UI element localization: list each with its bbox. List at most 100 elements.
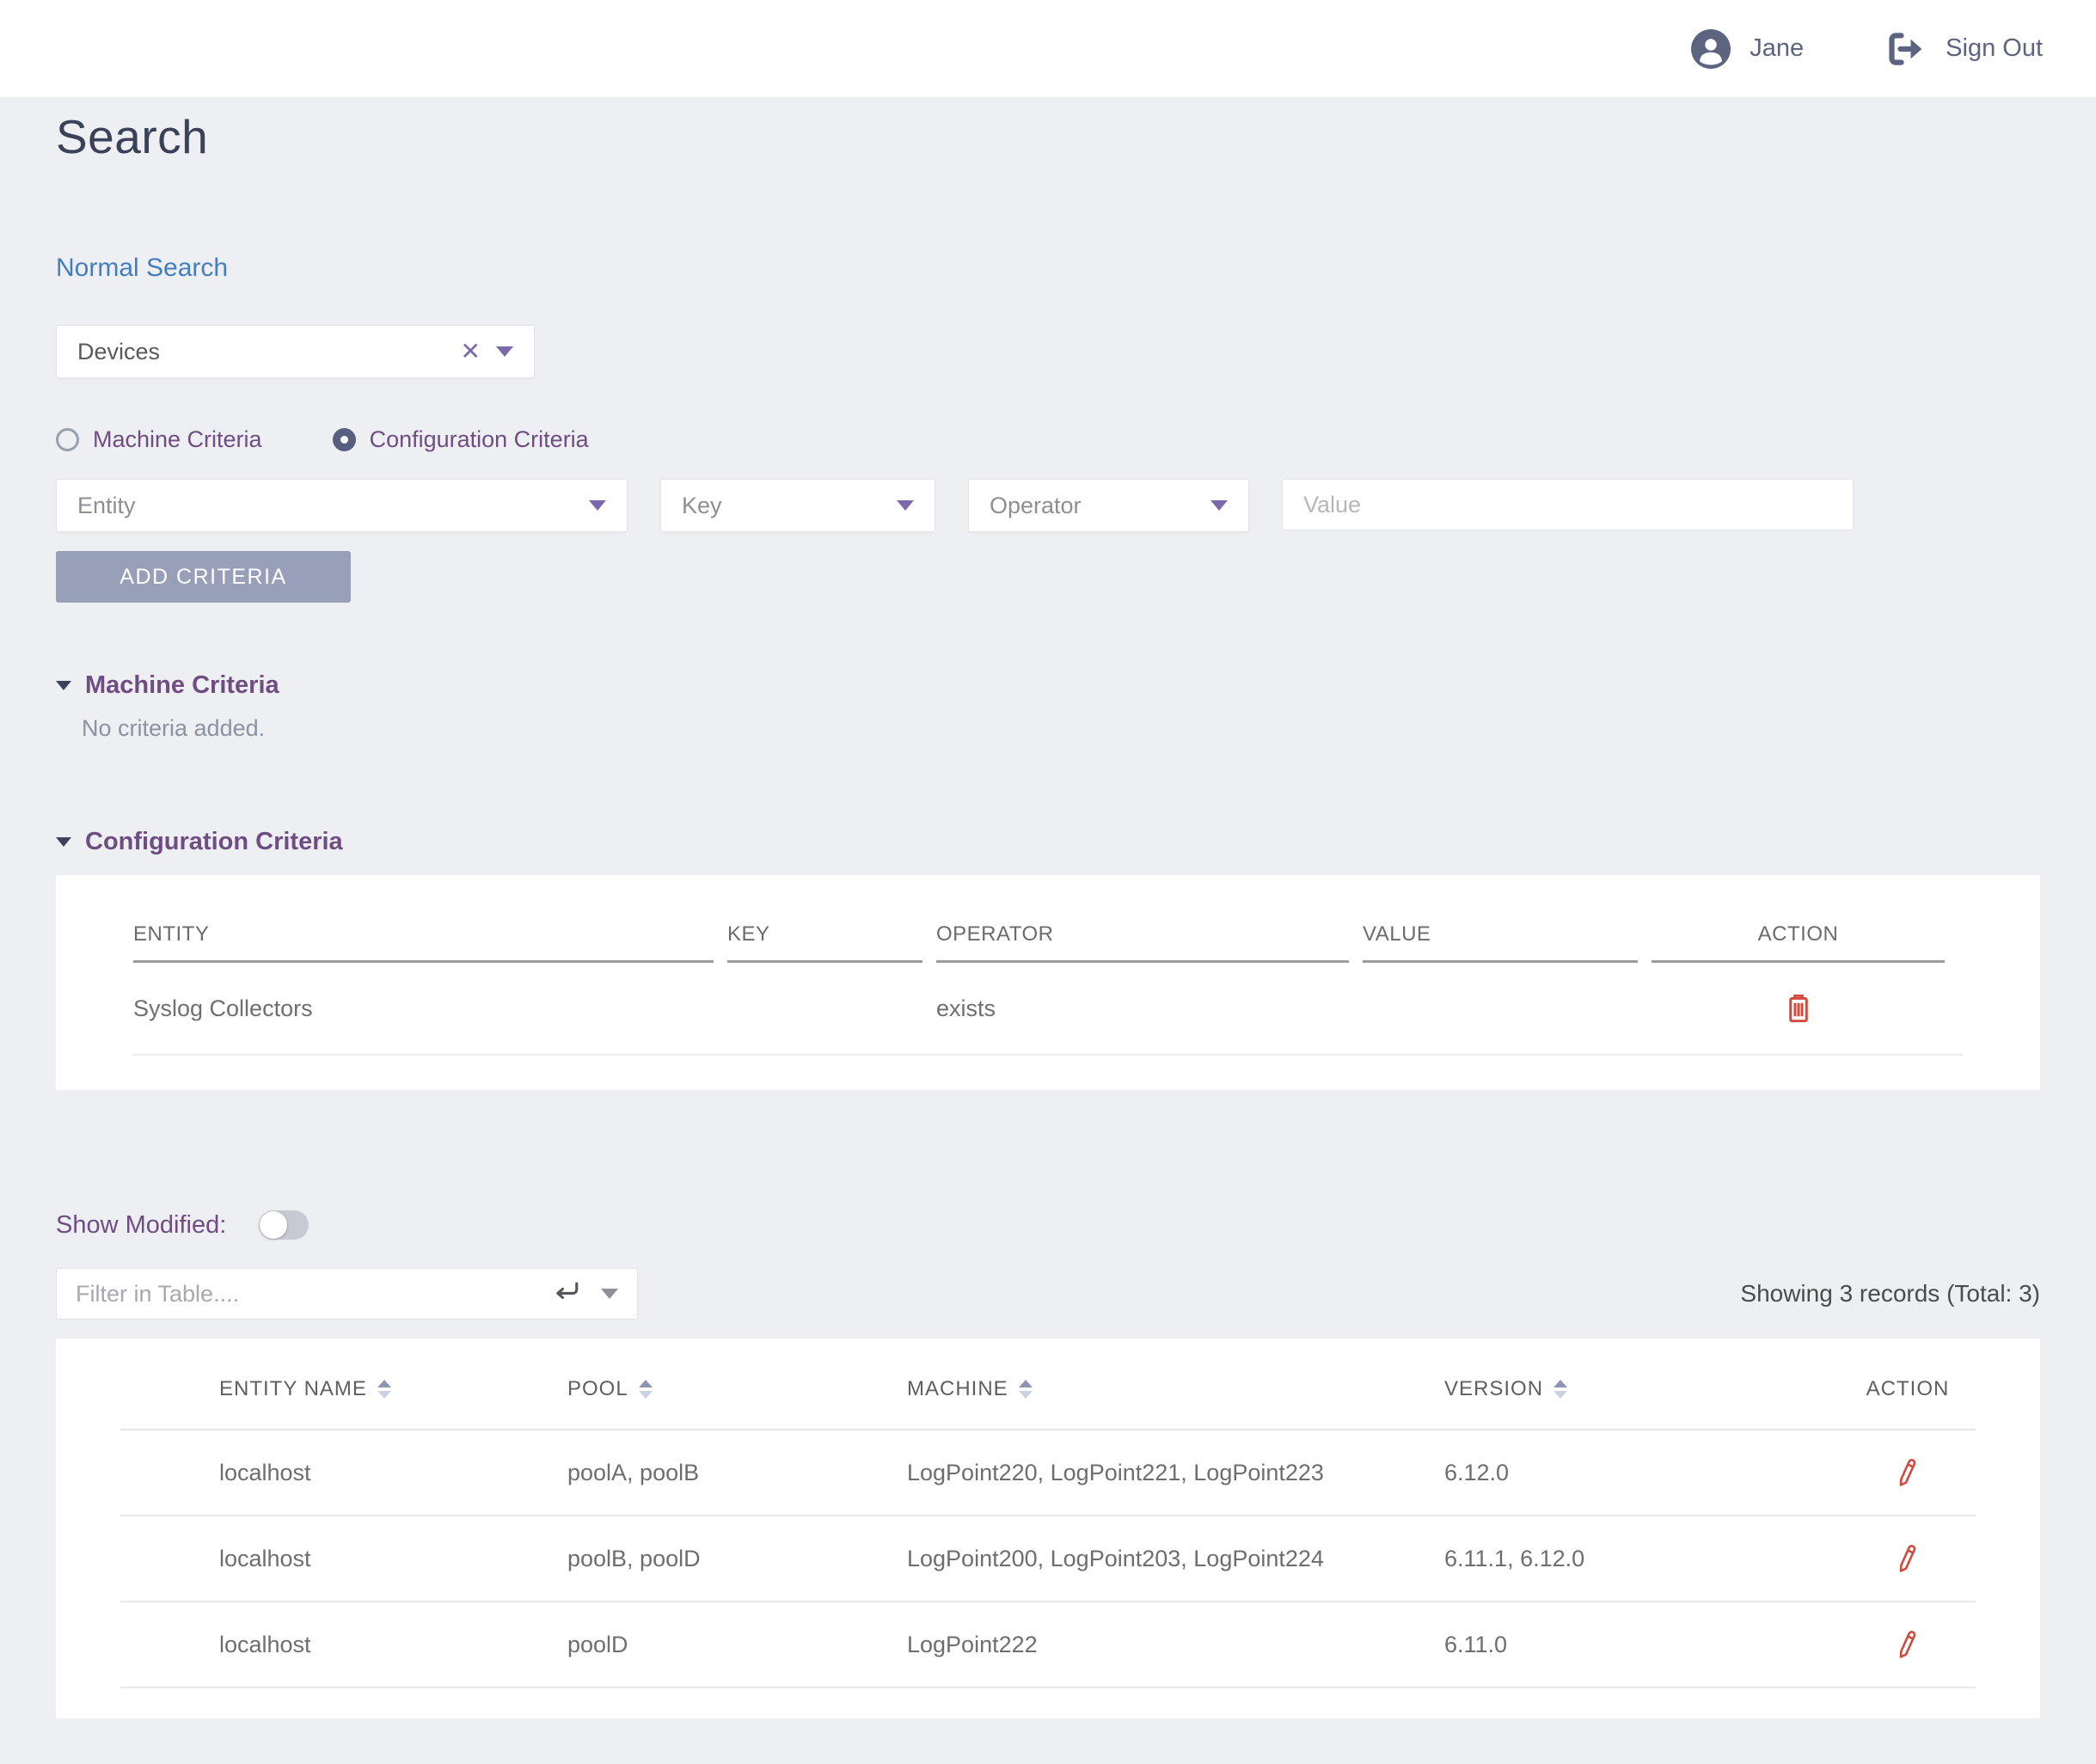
- table-row: localhost poolD LogPoint222 6.11.0: [120, 1602, 1976, 1688]
- pool-cell: poolD: [567, 1602, 907, 1687]
- toggle-knob: [260, 1211, 287, 1239]
- page-title: Search: [56, 109, 2040, 164]
- normal-search-link[interactable]: Normal Search: [56, 254, 228, 283]
- edit-icon: [1894, 1564, 1921, 1577]
- sign-out-icon: [1885, 30, 1927, 68]
- radio-unselected-icon: [56, 428, 79, 451]
- value-input[interactable]: [1282, 479, 1854, 530]
- sort-icon: [377, 1380, 391, 1399]
- edit-icon: [1894, 1650, 1921, 1663]
- column-header-pool[interactable]: POOL: [567, 1377, 907, 1401]
- sign-out-label: Sign Out: [1946, 34, 2043, 63]
- entity-select-placeholder: Entity: [77, 493, 573, 519]
- machine-cell: LogPoint220, LogPoint221, LogPoint223: [907, 1430, 1444, 1515]
- column-header-action: ACTION: [1652, 922, 1945, 963]
- sign-out-button[interactable]: Sign Out: [1885, 30, 2043, 68]
- column-header-label: VERSION: [1444, 1377, 1543, 1401]
- chevron-down-icon: [1210, 500, 1228, 511]
- machine-criteria-radio[interactable]: Machine Criteria: [56, 426, 262, 453]
- configuration-criteria-title: Configuration Criteria: [85, 828, 343, 856]
- machine-criteria-title: Machine Criteria: [85, 671, 279, 700]
- machine-criteria-section-header[interactable]: Machine Criteria: [56, 671, 2040, 700]
- entity-name-cell: localhost: [219, 1516, 567, 1601]
- machine-cell: LogPoint222: [907, 1602, 1444, 1687]
- edit-row-button[interactable]: [1894, 1629, 1921, 1660]
- machine-criteria-section: Machine Criteria No criteria added.: [56, 671, 2040, 742]
- criteria-entity-value: Syslog Collectors: [133, 963, 714, 1054]
- add-criteria-button[interactable]: ADD CRITERIA: [56, 551, 351, 603]
- criteria-key-value: [727, 963, 922, 1054]
- criteria-input-row: Entity Key Operator: [56, 479, 2040, 532]
- column-header-key: KEY: [727, 922, 922, 963]
- clear-icon[interactable]: ✕: [461, 340, 481, 364]
- column-header-version[interactable]: VERSION: [1444, 1377, 1840, 1401]
- column-header-entity-name[interactable]: ENTITY NAME: [219, 1377, 567, 1401]
- operator-select-placeholder: Operator: [990, 493, 1195, 519]
- show-modified-label: Show Modified:: [56, 1211, 226, 1240]
- criteria-operator-value: exists: [936, 963, 1349, 1054]
- chevron-down-icon: [496, 346, 513, 357]
- column-header-label: MACHINE: [907, 1377, 1008, 1401]
- sort-icon: [1019, 1380, 1033, 1399]
- collapse-caret-icon: [56, 681, 71, 690]
- version-cell: 6.11.0: [1444, 1602, 1840, 1687]
- user-icon: [1691, 29, 1731, 69]
- criteria-value-value: [1363, 963, 1638, 1054]
- column-header-label: POOL: [567, 1377, 628, 1401]
- pool-cell: poolA, poolB: [567, 1430, 907, 1515]
- entity-name-cell: localhost: [219, 1430, 567, 1515]
- top-bar: Jane Sign Out: [0, 0, 2096, 97]
- chevron-down-icon: [897, 500, 914, 511]
- configuration-criteria-card: ENTITY KEY OPERATOR VALUE ACTION Syslog …: [56, 875, 2040, 1090]
- table-row: localhost poolB, poolD LogPoint200, LogP…: [120, 1516, 1976, 1602]
- edit-row-button[interactable]: [1894, 1457, 1921, 1488]
- machine-cell: LogPoint200, LogPoint203, LogPoint224: [907, 1516, 1444, 1601]
- version-cell: 6.12.0: [1444, 1430, 1840, 1515]
- column-header-operator: OPERATOR: [936, 922, 1349, 963]
- column-header-machine[interactable]: MACHINE: [907, 1377, 1444, 1401]
- column-header-label: ENTITY NAME: [219, 1377, 367, 1401]
- machine-criteria-empty-text: No criteria added.: [56, 715, 2040, 742]
- results-table-header: ENTITY NAME POOL MACHINE VERSION ACTION: [120, 1377, 1976, 1430]
- enter-icon[interactable]: [551, 1279, 580, 1309]
- column-header-action: ACTION: [1840, 1377, 1976, 1401]
- edit-row-button[interactable]: [1894, 1543, 1921, 1574]
- show-modified-toggle[interactable]: [259, 1210, 309, 1240]
- machine-criteria-radio-label: Machine Criteria: [93, 426, 262, 453]
- sort-icon: [639, 1380, 653, 1399]
- radio-selected-icon: [333, 428, 356, 451]
- results-section: Show Modified: Showing 3 records (Total:…: [56, 1210, 2040, 1718]
- search-type-select[interactable]: Devices ✕: [56, 325, 535, 378]
- entity-select[interactable]: Entity: [56, 479, 628, 532]
- column-header-label: ACTION: [1866, 1377, 1950, 1401]
- configuration-criteria-radio[interactable]: Configuration Criteria: [333, 426, 589, 453]
- key-select[interactable]: Key: [660, 479, 935, 532]
- search-type-value: Devices: [77, 339, 445, 365]
- user-name: Jane: [1750, 34, 1804, 63]
- results-table-card: ENTITY NAME POOL MACHINE VERSION ACTION: [56, 1338, 2040, 1718]
- version-cell: 6.11.1, 6.12.0: [1444, 1516, 1840, 1601]
- sort-icon: [1554, 1380, 1567, 1399]
- chevron-down-icon: [589, 500, 606, 511]
- user-menu[interactable]: Jane: [1691, 29, 1804, 69]
- entity-name-cell: localhost: [219, 1602, 567, 1687]
- pool-cell: poolB, poolD: [567, 1516, 907, 1601]
- table-row: localhost poolA, poolB LogPoint220, LogP…: [120, 1430, 1976, 1516]
- operator-select[interactable]: Operator: [968, 479, 1249, 532]
- configuration-criteria-radio-label: Configuration Criteria: [370, 426, 589, 453]
- criteria-mode-radios: Machine Criteria Configuration Criteria: [56, 426, 2040, 453]
- criteria-table-row: Syslog Collectors exists: [133, 963, 1963, 1056]
- records-summary: Showing 3 records (Total: 3): [1740, 1280, 2040, 1308]
- delete-criteria-button[interactable]: [1784, 992, 1813, 1025]
- key-select-placeholder: Key: [682, 493, 881, 519]
- column-header-entity: ENTITY: [133, 922, 714, 963]
- configuration-criteria-section-header[interactable]: Configuration Criteria: [56, 828, 2040, 856]
- filter-chevron-down-icon[interactable]: [601, 1289, 618, 1299]
- collapse-caret-icon: [56, 837, 71, 847]
- table-filter: [56, 1268, 638, 1320]
- criteria-table-header: ENTITY KEY OPERATOR VALUE ACTION: [133, 922, 1963, 963]
- trash-icon: [1784, 1014, 1813, 1027]
- edit-icon: [1894, 1478, 1921, 1491]
- table-filter-input[interactable]: [76, 1281, 551, 1308]
- column-header-value: VALUE: [1363, 922, 1638, 963]
